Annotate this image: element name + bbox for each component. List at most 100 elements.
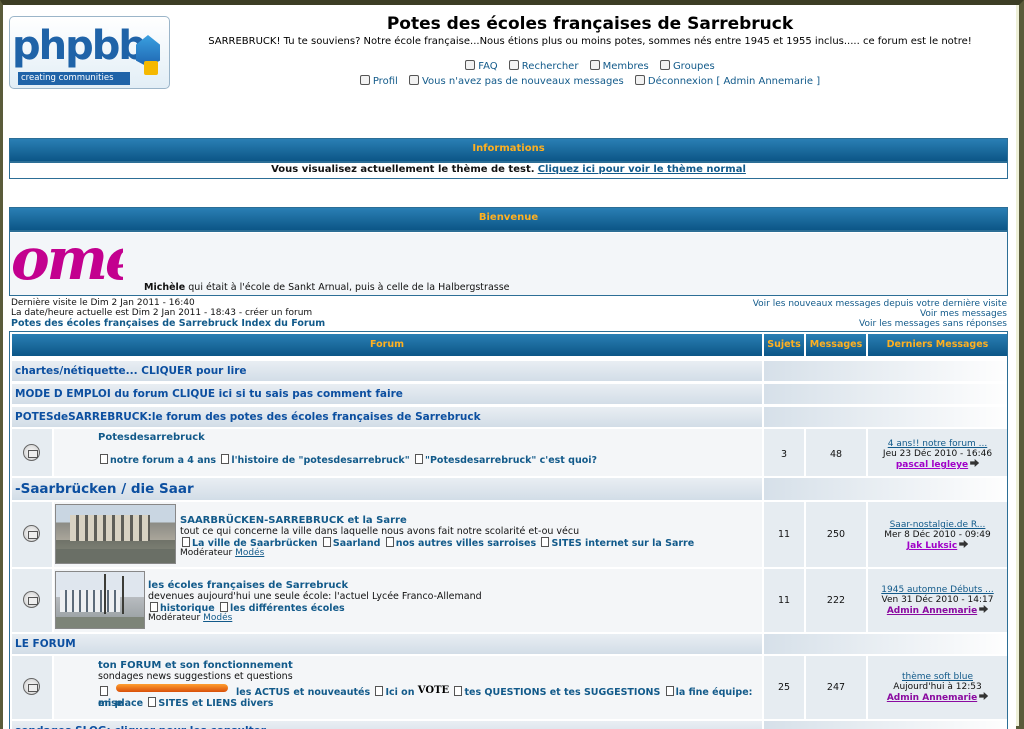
category-potes[interactable]: POTESdeSARREBRUCK:le forum des potes des…: [12, 407, 762, 427]
members-icon: [589, 60, 600, 70]
forum-row: les écoles françaises de Sarrebruck deve…: [12, 569, 1007, 632]
go-to-post-icon[interactable]: [959, 540, 969, 548]
page: phpbb creating communities Potes des éco…: [3, 5, 1016, 729]
last-post-info: 4 ans!! notre forum ... Jeu 23 Déc 2010 …: [868, 439, 1007, 476]
category-charter[interactable]: chartes/nétiquette... CLIQUER pour lire: [12, 361, 762, 381]
last-post-user[interactable]: Jak Luksic: [907, 541, 957, 551]
posts-count: 247: [826, 682, 846, 693]
category-fill: [764, 478, 1007, 500]
forum-description: tout ce qui concerne la ville dans laque…: [180, 526, 580, 537]
last-post-user[interactable]: Admin Annemarie: [887, 693, 977, 703]
subforum-link[interactable]: SITES et LIENS divers: [146, 698, 273, 709]
visit-info: Dernière visite le Dim 2 Jan 2011 - 16:4…: [11, 298, 325, 329]
forum-index-link[interactable]: Potes des écoles françaises de Sarrebruc…: [11, 318, 325, 329]
information-box: Informations Vous visualisez actuellemen…: [9, 138, 1008, 179]
forum-title[interactable]: ton FORUM et son fonctionnement: [98, 660, 293, 671]
logo-cube-accent-icon: [144, 61, 158, 75]
forum-thumbnail-image: [55, 504, 176, 564]
forum-row: ton FORUM et son fonctionnement sondages…: [12, 656, 1007, 719]
subforum-link[interactable]: notre forum a 4 ans: [98, 455, 216, 466]
subforum-link-continued[interactable]: en place: [98, 698, 143, 709]
last-post-user[interactable]: pascal legleye: [896, 460, 968, 470]
vote-icon: VOTE: [417, 685, 450, 696]
category-saarbruecken[interactable]: -Saarbrücken / die Saar: [12, 478, 762, 500]
topics-count: 11: [777, 595, 791, 606]
welcome-text: qui était à l'école de Sankt Arnual, pui…: [185, 282, 510, 293]
last-post-link[interactable]: thème soft blue: [868, 672, 1007, 682]
forum-folder-icon: [23, 525, 40, 542]
normal-theme-link[interactable]: Cliquez ici pour voir le thème normal: [538, 164, 746, 175]
moderator-line: Modérateur Modés: [180, 548, 264, 558]
subforum-link[interactable]: Ici on: [373, 687, 414, 698]
row-forum-cell: Potesdesarrebruck notre forum a 4 ans l'…: [54, 429, 762, 476]
forum-row: Potesdesarrebruck notre forum a 4 ans l'…: [12, 429, 1007, 476]
nav-groups[interactable]: Groupes: [659, 60, 715, 72]
subforum-link[interactable]: SITES internet sur la Sarre: [539, 538, 694, 549]
nav-faq[interactable]: FAQ: [465, 60, 498, 72]
last-post-link[interactable]: 4 ans!! notre forum ...: [868, 439, 1007, 449]
category-fill: [764, 407, 1007, 427]
row-topics-cell: 3: [764, 429, 804, 476]
information-text: Vous visualisez actuellement le thème de…: [271, 164, 535, 175]
forum-description: sondages news suggestions et questions: [98, 671, 293, 682]
forum-folder-icon: [23, 444, 40, 461]
last-post-info: 1945 automne Débuts ... Ven 31 Déc 2010 …: [868, 585, 1007, 632]
subforum-link[interactable]: tes QUESTIONS et tes SUGGESTIONS: [452, 687, 660, 698]
forum-folder-icon: [23, 678, 40, 695]
go-to-post-icon[interactable]: [979, 605, 989, 613]
category-le-forum[interactable]: LE FORUM: [12, 634, 762, 654]
nav-search[interactable]: Rechercher: [508, 60, 578, 72]
subforum-link[interactable]: "Potesdesarrebruck" c'est quoi?: [413, 455, 597, 466]
forum-table: Forum Sujets Messages Derniers Messages …: [9, 331, 1008, 729]
nav-members[interactable]: Membres: [589, 60, 649, 72]
posts-count: 48: [829, 449, 843, 460]
new-posts-link[interactable]: Voir les nouveaux messages depuis votre …: [753, 299, 1007, 309]
header-topics: Sujets: [764, 334, 804, 356]
posts-count: 250: [826, 529, 846, 540]
last-post-date: Mer 8 Déc 2010 - 09:49: [884, 530, 991, 540]
welcome-name: Michèle: [144, 282, 186, 293]
go-to-post-icon[interactable]: [979, 692, 989, 700]
row-last-cell: Saar-nostalgie.de R... Mer 8 Déc 2010 - …: [868, 502, 1007, 567]
category-user-guide[interactable]: MODE D EMPLOI du forum CLIQUE ici si tu …: [12, 384, 762, 404]
last-post-user[interactable]: Admin Annemarie: [887, 606, 977, 616]
forum-description: devenues aujourd'hui une seule école: l'…: [148, 591, 482, 602]
forum-title[interactable]: SAARBRÜCKEN-SARREBRUCK et la Sarre: [180, 515, 407, 526]
row-icon-cell: [12, 502, 52, 567]
last-post-link[interactable]: 1945 automne Débuts ...: [868, 585, 1007, 595]
my-posts-link[interactable]: Voir mes messages: [753, 309, 1007, 319]
nav-logout[interactable]: Déconnexion [ Admin Annemarie ]: [634, 75, 820, 87]
groups-icon: [659, 60, 670, 70]
welcome-message: Michèle qui était à l'école de Sankt Arn…: [144, 282, 510, 293]
subforum-link[interactable]: nos autres villes sarroises: [384, 538, 536, 549]
forum-title[interactable]: les écoles françaises de Sarrebruck: [148, 580, 348, 591]
category-sondages[interactable]: sondages SLOG: cliquer pour les consulte…: [12, 721, 762, 729]
subforum-list-line2: en place SITES et LIENS divers: [98, 697, 273, 709]
site-description: SARREBRUCK! Tu te souviens? Notre école …: [208, 36, 972, 47]
nav-profile[interactable]: Profil: [359, 75, 398, 87]
unanswered-link[interactable]: Voir les messages sans réponses: [753, 319, 1007, 329]
topics-count: 25: [777, 682, 791, 693]
nav-private-messages[interactable]: Vous n'avez pas de nouveaux messages: [408, 75, 624, 87]
subforum-link[interactable]: l'histoire de "potesdesarrebruck": [219, 455, 409, 466]
category-fill: [764, 721, 1007, 729]
subforum-link[interactable]: Saarland: [321, 538, 381, 549]
information-content: Vous visualisez actuellement le thème de…: [10, 163, 1007, 175]
row-forum-cell: les écoles françaises de Sarrebruck deve…: [54, 569, 762, 632]
go-to-post-icon[interactable]: [970, 459, 980, 467]
subforum-link[interactable]: les différentes écoles: [218, 603, 345, 614]
posts-count: 222: [826, 595, 846, 606]
last-post-link[interactable]: Saar-nostalgie.de R...: [868, 520, 1007, 530]
moderator-link[interactable]: Modés: [235, 548, 264, 558]
forum-title[interactable]: Potesdesarrebruck: [98, 432, 205, 443]
category-fill: [764, 634, 1007, 654]
subforum-list: notre forum a 4 ans l'histoire de "potes…: [98, 454, 597, 466]
current-datetime: La date/heure actuelle est Dim 2 Jan 201…: [11, 308, 313, 318]
phpbb-logo[interactable]: phpbb creating communities: [9, 16, 170, 89]
topics-count: 11: [777, 529, 791, 540]
moderator-link[interactable]: Modés: [203, 613, 232, 623]
logout-icon: [634, 75, 645, 85]
faq-icon: [465, 60, 476, 70]
message-icon: [408, 75, 419, 85]
forum-row: SAARBRÜCKEN-SARREBRUCK et la Sarre tout …: [12, 502, 1007, 567]
